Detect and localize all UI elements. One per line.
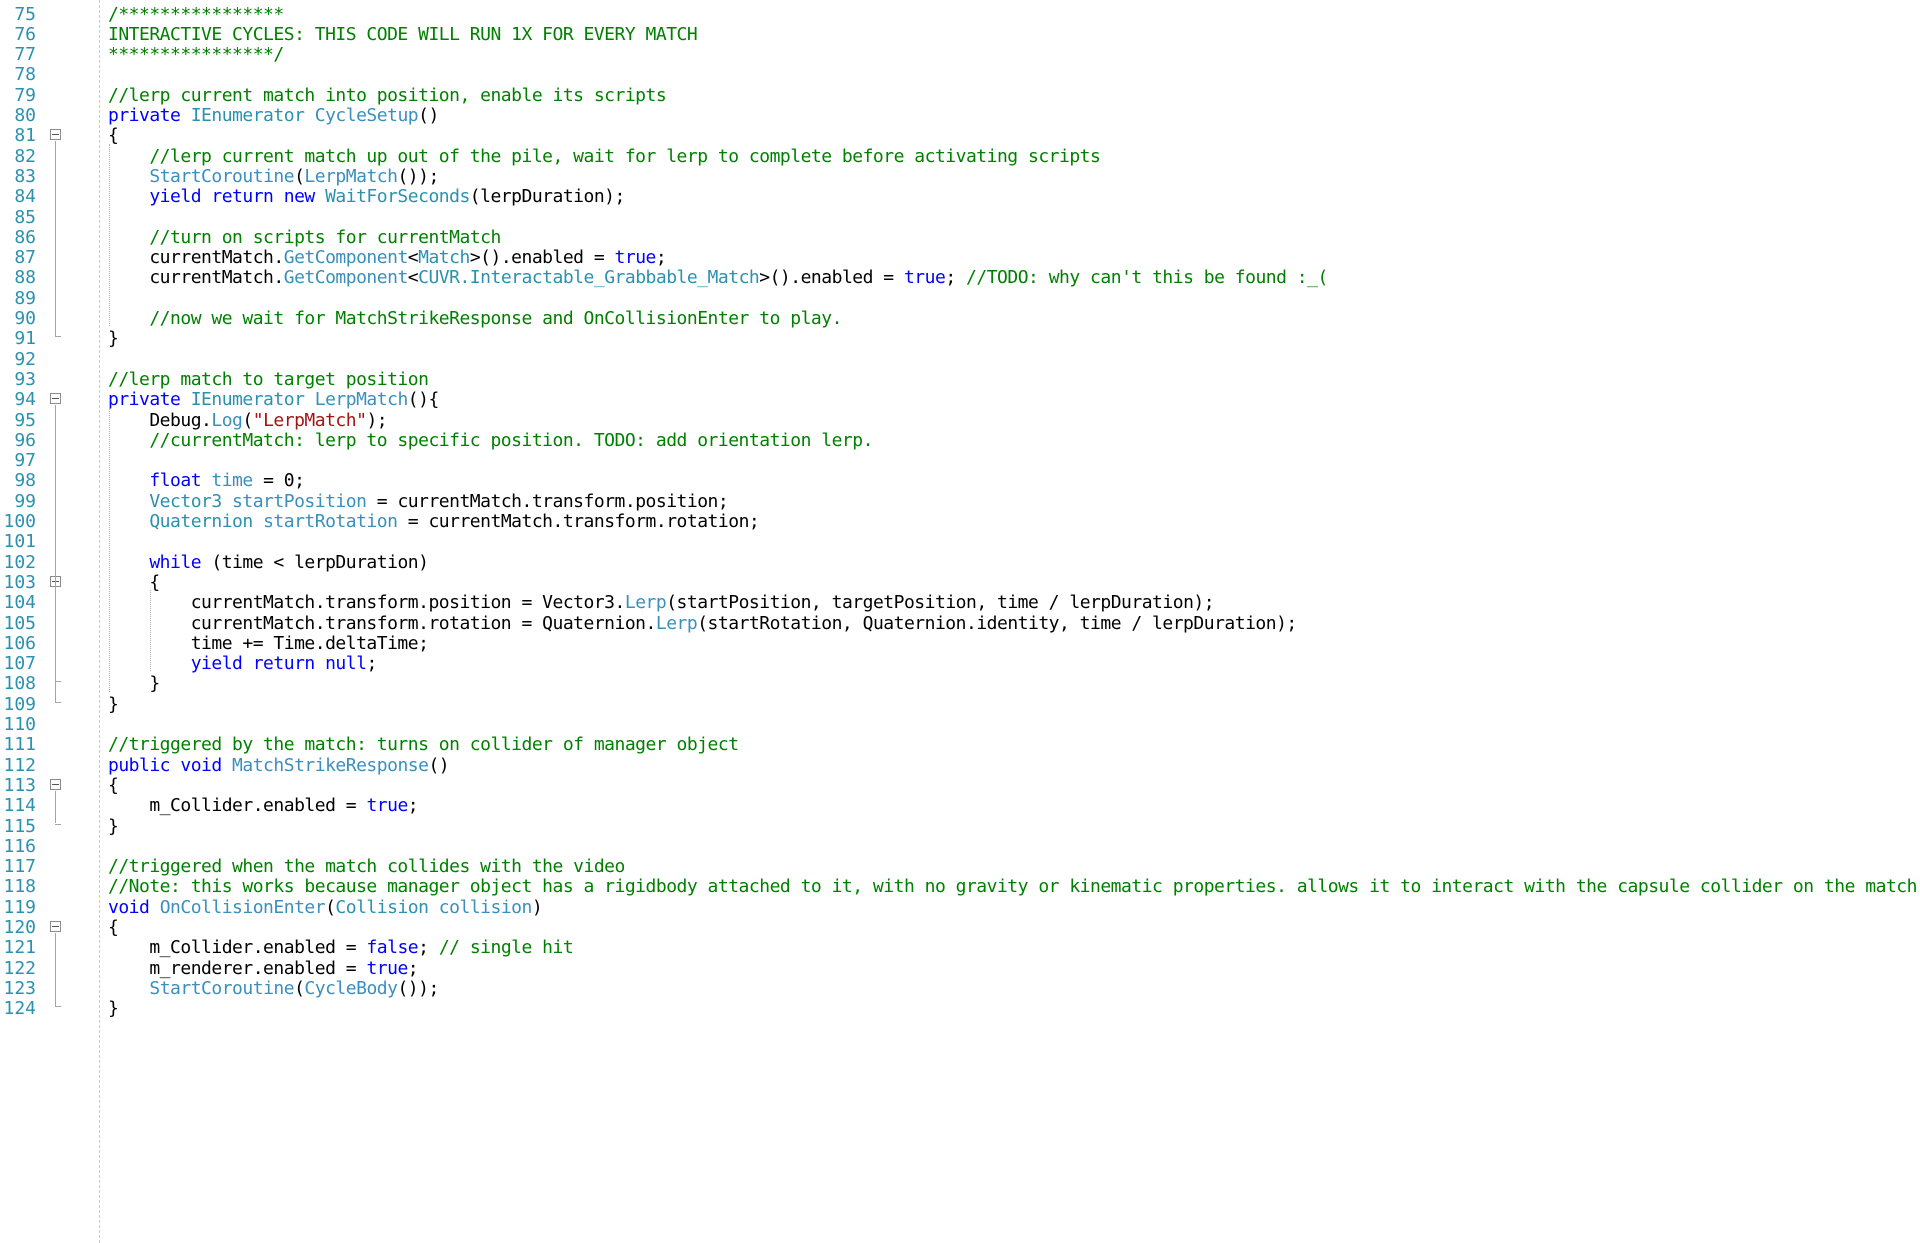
collapse-icon[interactable] (50, 129, 61, 141)
collapse-icon[interactable] (50, 393, 61, 405)
fold-region-line (55, 790, 56, 824)
fold-region-end (55, 823, 61, 825)
code-token: } (108, 998, 119, 1020)
collapse-icon[interactable] (50, 778, 61, 790)
fold-region-line (55, 141, 56, 337)
code-line[interactable]: 124} (0, 996, 1920, 1021)
line-number: 124 (3, 998, 36, 1020)
fold-region-line (55, 933, 56, 1007)
indent-guide (150, 590, 151, 672)
collapse-icon[interactable] (50, 921, 61, 932)
fold-region-line (55, 587, 56, 682)
fold-region-end (55, 681, 61, 683)
indent-guide (109, 143, 110, 327)
fold-region-end (55, 1006, 61, 1008)
fold-region-end (55, 336, 61, 338)
fold-region-end (55, 701, 61, 703)
code-editor[interactable]: 75/**************** 76 INTERACTIVE CYCLES:… (0, 0, 1920, 1243)
code-text: } (108, 996, 119, 1021)
indent-guide (109, 407, 110, 692)
